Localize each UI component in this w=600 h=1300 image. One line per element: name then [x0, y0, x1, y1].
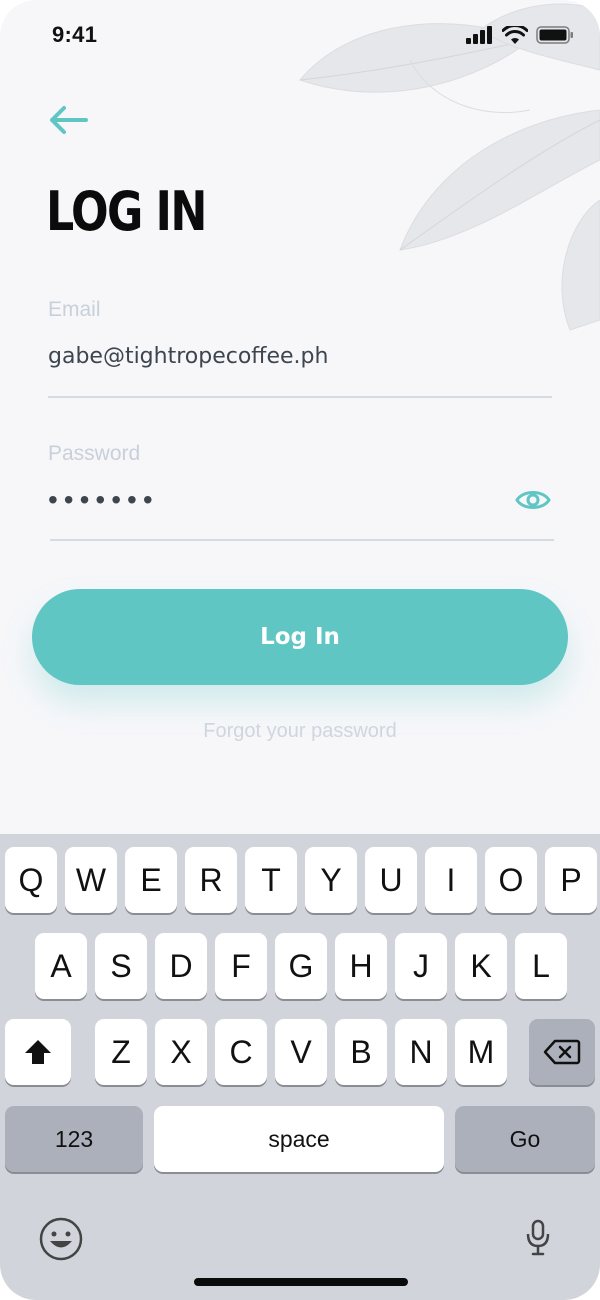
login-button[interactable]: Log In [32, 589, 568, 685]
key-k[interactable]: K [455, 933, 507, 999]
key-r[interactable]: R [185, 847, 237, 913]
password-underline [50, 539, 554, 541]
key-t[interactable]: T [245, 847, 297, 913]
status-icons [466, 26, 574, 44]
back-button[interactable] [44, 100, 94, 140]
key-p[interactable]: P [545, 847, 597, 913]
backspace-icon [543, 1039, 581, 1065]
go-key[interactable]: Go [455, 1106, 595, 1172]
forgot-password-link[interactable]: Forgot your password [0, 720, 600, 743]
shift-icon [25, 1040, 51, 1064]
key-w[interactable]: W [65, 847, 117, 913]
key-h[interactable]: H [335, 933, 387, 999]
password-label: Password [48, 442, 141, 465]
key-x[interactable]: X [155, 1019, 207, 1085]
key-b[interactable]: B [335, 1019, 387, 1085]
cellular-signal-icon [466, 26, 492, 44]
key-s[interactable]: S [95, 933, 147, 999]
email-label: Email [48, 298, 101, 321]
key-q[interactable]: Q [5, 847, 57, 913]
key-z[interactable]: Z [95, 1019, 147, 1085]
password-field[interactable]: ••••••• [48, 486, 159, 514]
key-n[interactable]: N [395, 1019, 447, 1085]
arrow-left-icon [50, 106, 88, 134]
space-key[interactable]: space [154, 1106, 444, 1172]
status-bar: 9:41 [0, 0, 600, 72]
key-o[interactable]: O [485, 847, 537, 913]
key-g[interactable]: G [275, 933, 327, 999]
key-l[interactable]: L [515, 933, 567, 999]
key-i[interactable]: I [425, 847, 477, 913]
status-time: 9:41 [52, 22, 98, 47]
key-v[interactable]: V [275, 1019, 327, 1085]
keyboard: Q W E R T Y U I O P A S D F G H J K L Z … [0, 834, 600, 1300]
key-u[interactable]: U [365, 847, 417, 913]
email-field[interactable] [48, 344, 548, 369]
key-m[interactable]: M [455, 1019, 507, 1085]
key-f[interactable]: F [215, 933, 267, 999]
dictation-key[interactable] [524, 1218, 552, 1258]
numbers-key[interactable]: 123 [5, 1106, 143, 1172]
key-y[interactable]: Y [305, 847, 357, 913]
delete-key[interactable] [529, 1019, 595, 1085]
emoji-key[interactable] [38, 1216, 84, 1262]
page-title: LOG IN [46, 180, 207, 243]
key-c[interactable]: C [215, 1019, 267, 1085]
login-screen: 9:41 LOG IN Email gabe@tightropecoffee.p… [0, 0, 600, 1300]
eye-icon [515, 491, 551, 509]
key-d[interactable]: D [155, 933, 207, 999]
key-e[interactable]: E [125, 847, 177, 913]
key-j[interactable]: J [395, 933, 447, 999]
key-a[interactable]: A [35, 933, 87, 999]
microphone-icon [526, 1219, 550, 1256]
wifi-icon [502, 26, 528, 44]
emoji-icon [39, 1217, 83, 1261]
show-password-button[interactable] [514, 484, 552, 516]
home-indicator[interactable] [194, 1278, 408, 1286]
battery-icon [536, 26, 573, 44]
shift-key[interactable] [5, 1019, 71, 1085]
email-underline [48, 396, 552, 398]
